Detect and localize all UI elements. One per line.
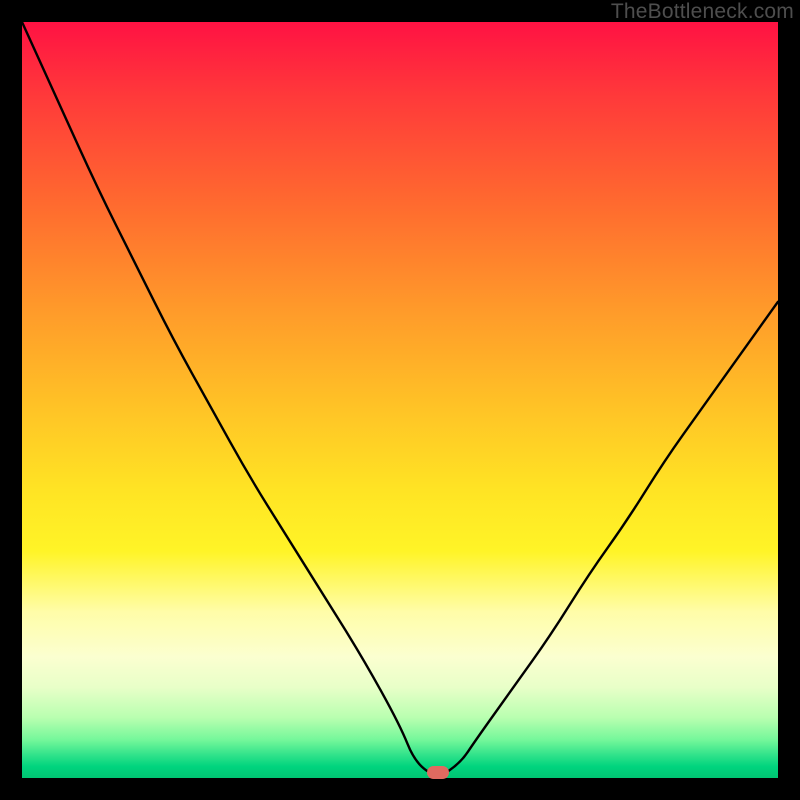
bottleneck-curve xyxy=(22,22,778,778)
watermark-text: TheBottleneck.com xyxy=(611,0,794,24)
plot-area xyxy=(22,22,778,778)
chart-frame: TheBottleneck.com xyxy=(0,0,800,800)
optimal-marker xyxy=(427,766,449,779)
